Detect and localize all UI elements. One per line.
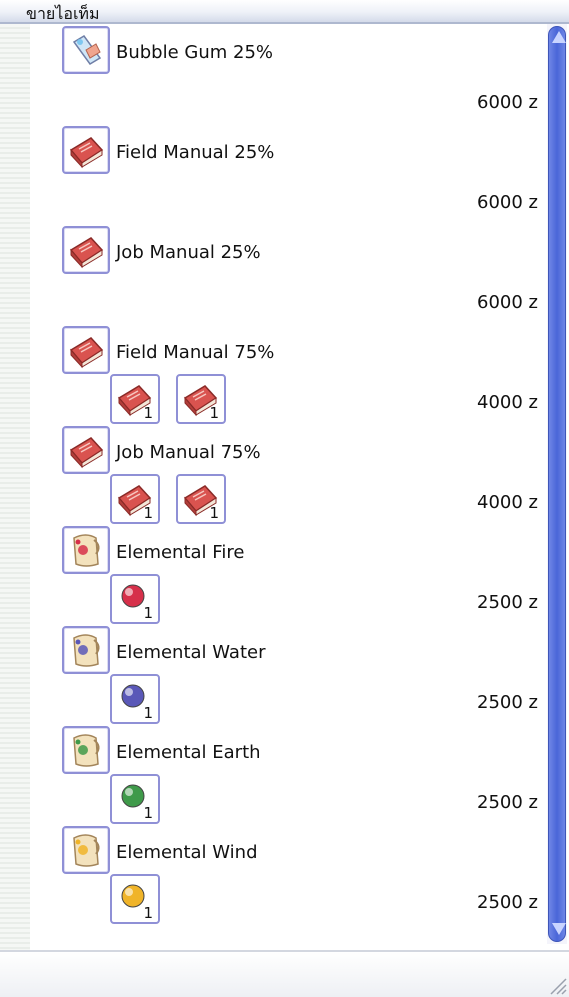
item-name: Elemental Fire [116, 542, 245, 563]
material-slot[interactable]: 1 [176, 474, 226, 524]
item-name: Job Manual 75% [116, 442, 261, 463]
item-price: 6000 z [477, 292, 538, 313]
list-item[interactable]: Field Manual 75% 4000 z 1 1 [0, 324, 546, 424]
material-count: 1 [143, 604, 153, 622]
list-item[interactable]: Job Manual 25% 6000 z [0, 224, 546, 324]
material-slot[interactable]: 1 [110, 474, 160, 524]
item-price: 2500 z [477, 592, 538, 613]
material-slot[interactable]: 1 [110, 574, 160, 624]
list-item[interactable]: Elemental Wind 2500 z 1 [0, 824, 546, 924]
item-price: 2500 z [477, 892, 538, 913]
scroll-down-arrow-icon[interactable] [552, 923, 566, 935]
material-count: 1 [143, 904, 153, 922]
item-name: Elemental Wind [116, 842, 258, 863]
item-name: Elemental Earth [116, 742, 261, 763]
material-count: 1 [209, 404, 219, 422]
manual-book-icon[interactable] [62, 226, 110, 274]
material-slot[interactable]: 1 [110, 374, 160, 424]
scroll-water-icon[interactable] [62, 626, 110, 674]
list-item[interactable]: Elemental Fire 2500 z 1 [0, 524, 546, 624]
material-count: 1 [143, 704, 153, 722]
resize-grip-icon[interactable] [547, 975, 567, 995]
bubble-gum-icon[interactable] [62, 26, 110, 74]
manual-book-icon[interactable] [62, 426, 110, 474]
material-count: 1 [209, 504, 219, 522]
material-slot[interactable]: 1 [110, 874, 160, 924]
window-titlebar[interactable]: ขายไอเท็ม [0, 0, 569, 24]
material-count: 1 [143, 804, 153, 822]
scroll-wind-icon[interactable] [62, 826, 110, 874]
list-item[interactable]: Bubble Gum 25% 6000 z [0, 24, 546, 124]
item-name: Job Manual 25% [116, 242, 261, 263]
item-name: Elemental Water [116, 642, 266, 663]
material-slot[interactable]: 1 [176, 374, 226, 424]
item-price: 2500 z [477, 792, 538, 813]
item-price: 6000 z [477, 192, 538, 213]
list-item[interactable]: Field Manual 25% 6000 z [0, 124, 546, 224]
manual-book-icon[interactable] [62, 326, 110, 374]
material-slot[interactable]: 1 [110, 774, 160, 824]
item-price: 4000 z [477, 392, 538, 413]
item-name: Bubble Gum 25% [116, 42, 274, 63]
scroll-earth-icon[interactable] [62, 726, 110, 774]
list-item[interactable]: Elemental Earth 2500 z 1 [0, 724, 546, 824]
material-count: 1 [143, 504, 153, 522]
scrollbar[interactable] [547, 24, 567, 944]
item-price: 2500 z [477, 692, 538, 713]
item-name: Field Manual 75% [116, 342, 275, 363]
item-list: Bubble Gum 25% 6000 z Field Manual 25% 600… [0, 24, 546, 950]
manual-book-icon[interactable] [62, 126, 110, 174]
material-slot[interactable]: 1 [110, 674, 160, 724]
window-footer [0, 950, 569, 997]
list-item[interactable]: Elemental Water 2500 z 1 [0, 624, 546, 724]
list-item[interactable]: Job Manual 75% 4000 z 1 1 [0, 424, 546, 524]
item-sell-window: ขายไอเท็ม Bubble Gum 25% 6000 z Field Man… [0, 0, 569, 997]
item-price: 4000 z [477, 492, 538, 513]
scroll-fire-icon[interactable] [62, 526, 110, 574]
item-price: 6000 z [477, 92, 538, 113]
item-name: Field Manual 25% [116, 142, 275, 163]
scroll-up-arrow-icon[interactable] [552, 31, 566, 43]
scroll-thumb[interactable] [548, 26, 566, 942]
material-count: 1 [143, 404, 153, 422]
